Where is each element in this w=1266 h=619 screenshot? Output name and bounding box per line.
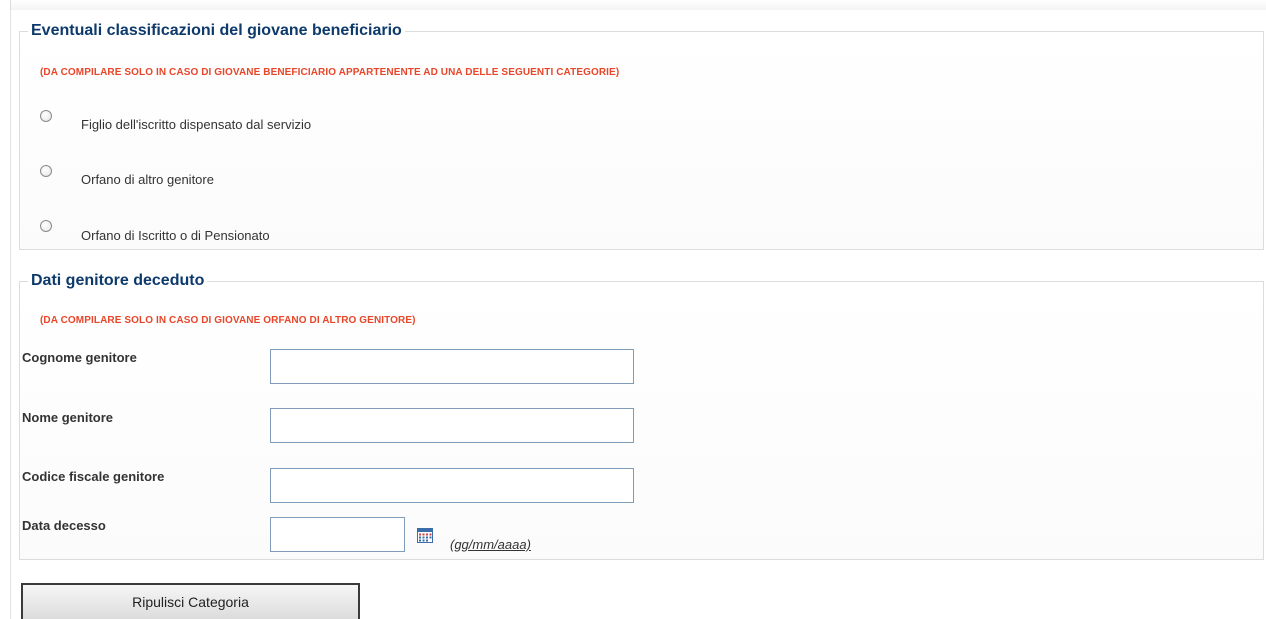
radio-orfano-iscritto-pensionato[interactable]	[40, 220, 52, 232]
radio-figlio-dispensato[interactable]	[40, 110, 52, 122]
death-date-label: Data decesso	[22, 518, 106, 533]
parent-data-note: (DA COMPILARE SOLO IN CASO DI GIOVANE OR…	[40, 315, 416, 326]
surname-label: Cognome genitore	[22, 350, 137, 365]
tax-code-label: Codice fiscale genitore	[22, 469, 165, 484]
classifications-fieldset: Eventuali classificazioni del giovane be…	[19, 22, 1264, 250]
radio-label-orfano-iscritto-pensionato: Orfano di Iscritto o di Pensionato	[81, 228, 270, 243]
classifications-note: (DA COMPILARE SOLO IN CASO DI GIOVANE BE…	[40, 67, 620, 78]
name-input[interactable]	[270, 408, 634, 443]
parent-data-legend: Dati genitore deceduto	[31, 272, 205, 289]
date-format-hint: (gg/mm/aaaa)	[450, 537, 531, 552]
radio-label-orfano-altro-genitore: Orfano di altro genitore	[81, 172, 214, 187]
classifications-legend: Eventuali classificazioni del giovane be…	[31, 22, 402, 39]
surname-input[interactable]	[270, 349, 634, 384]
top-strip	[10, 0, 1266, 10]
calendar-icon[interactable]	[417, 528, 433, 543]
tax-code-input[interactable]	[270, 468, 634, 503]
death-date-input[interactable]	[270, 517, 405, 552]
radio-label-figlio-dispensato: Figlio dell'iscritto dispensato dal serv…	[81, 117, 312, 132]
left-border	[10, 10, 11, 619]
radio-orfano-altro-genitore[interactable]	[40, 165, 52, 177]
name-label: Nome genitore	[22, 410, 114, 425]
clear-category-button[interactable]: Ripulisci Categoria	[21, 583, 360, 619]
